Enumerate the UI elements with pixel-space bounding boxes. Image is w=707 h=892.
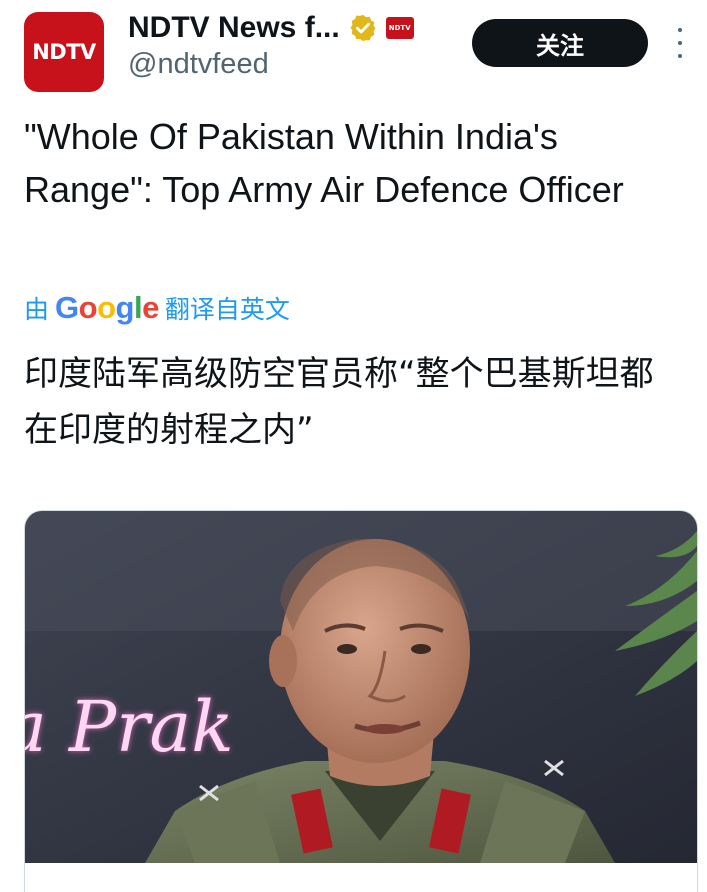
translated-text: 印度陆军高级防空官员称“整个巴基斯坦都在印度的射程之内” [24,354,654,450]
follow-button[interactable]: 关注 [472,19,648,67]
media-card-border [24,862,698,892]
google-logo: Google [55,290,159,325]
verified-badge-icon [350,14,376,42]
more-vertical-icon[interactable] [670,28,690,58]
neon-sign-core: a Prak [25,686,234,768]
translated-by-prefix: 由 [24,295,50,324]
avatar[interactable]: NDTV [24,12,104,92]
translated-by-suffix: 翻译自英文 [164,295,290,324]
translation-attribution[interactable]: 由 Google 翻译自英文 [24,288,290,328]
media-card[interactable]: a Prak a Prak [24,510,698,863]
avatar-logo-text: NDTV [32,40,96,64]
video-thumbnail: a Prak a Prak [25,511,697,863]
tweet-text: "Whole Of Pakistan Within India's Range"… [24,116,624,210]
tweet-header: NDTV NDTV News f... NDTV @ndtvfeed 关注 [0,0,707,100]
author-handle[interactable]: @ndtvfeed [128,48,269,81]
affiliation-badge: NDTV [385,17,414,39]
author-name-row: NDTV News f... NDTV [128,8,414,48]
author-display-name[interactable]: NDTV News f... [128,11,340,45]
affiliation-badge-text: NDTV [388,24,411,32]
